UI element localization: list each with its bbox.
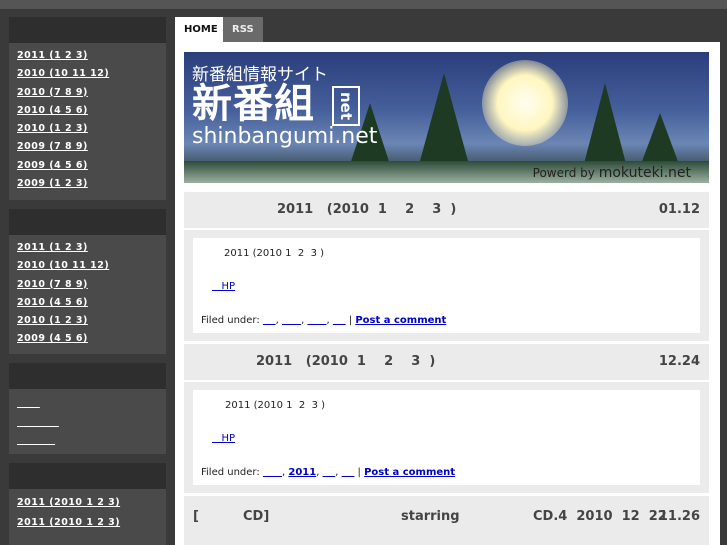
- sidebar-link[interactable]: 2010 (4 5 6): [17, 105, 88, 116]
- hp-link[interactable]: HP: [212, 281, 236, 292]
- tag-link[interactable]: [263, 315, 276, 326]
- banner-url: shinbangumi.net: [192, 124, 378, 149]
- hp-link[interactable]: HP: [212, 433, 236, 444]
- post-title[interactable]: 2011 (2010 1 2 3 ): [277, 202, 456, 217]
- top-bar: [0, 0, 727, 9]
- powered-label: Powerd by: [532, 166, 595, 180]
- post-comment-link[interactable]: Post a comment: [355, 315, 446, 326]
- sidebar-link[interactable]: 2009 (4 5 6): [17, 333, 88, 344]
- sidebar-link[interactable]: [17, 417, 59, 428]
- tab-rss-label: RSS: [232, 24, 254, 35]
- post-title-info[interactable]: CD.4 2010 12 22: [533, 509, 667, 524]
- sidebar-box-recent: 2011 (2010 1 2 3) 2011 (2010 1 2 3): [9, 463, 166, 545]
- tab-home-label: HOME: [184, 24, 218, 35]
- sidebar-link[interactable]: [17, 398, 40, 409]
- sidebar-link[interactable]: 2010 (7 8 9): [17, 279, 88, 290]
- content-panel: 新番組情報サイト 新番組 net shinbangumi.net Powerd …: [175, 42, 720, 545]
- tag-link[interactable]: [263, 467, 282, 478]
- post-date: 12.24: [658, 354, 700, 369]
- sidebar-link[interactable]: [17, 435, 55, 446]
- post-title-starring[interactable]: starring: [401, 509, 460, 524]
- tag-link[interactable]: [282, 315, 301, 326]
- sidebar-box-archives-2: 2011 (1 2 3) 2010 (10 11 12) 2010 (7 8 9…: [9, 209, 166, 354]
- post-date: 01.12: [658, 202, 700, 217]
- sidebar: 2011 (1 2 3) 2010 (10 11 12) 2010 (7 8 9…: [9, 17, 166, 545]
- sidebar-link[interactable]: 2011 (1 2 3): [17, 50, 88, 61]
- sidebar-link[interactable]: 2010 (10 11 12): [17, 68, 109, 79]
- post-content: 2011 (2010 1 2 3 ) HP Filed under: , , ,…: [193, 238, 700, 333]
- post-header: [ CD] starring CD.4 2010 12 22 11.26: [184, 496, 709, 545]
- sidebar-box-header: [9, 363, 166, 389]
- sidebar-link[interactable]: 2009 (7 8 9): [17, 141, 88, 152]
- sidebar-link[interactable]: 2010 (4 5 6): [17, 297, 88, 308]
- sidebar-link[interactable]: 2011 (2010 1 2 3): [17, 517, 120, 528]
- tag-link[interactable]: [333, 315, 346, 326]
- tag-link[interactable]: 2011: [288, 467, 316, 478]
- post-content: 2011 (2010 1 2 3 ) HP Filed under: , 201…: [193, 390, 700, 485]
- sidebar-link[interactable]: 2010 (7 8 9): [17, 87, 88, 98]
- filed-label: Filed under:: [201, 467, 263, 478]
- sidebar-link[interactable]: 2010 (1 2 3): [17, 315, 88, 326]
- tag-link[interactable]: [323, 467, 336, 478]
- post-text: 2011 (2010 1 2 3 ): [224, 248, 325, 259]
- filed-under: Filed under: , 2011, , | Post a comment: [201, 467, 456, 478]
- post-text: 2011 (2010 1 2 3 ): [225, 400, 326, 411]
- tag-link[interactable]: [342, 467, 355, 478]
- main-content: HOME RSS 新番組情報サイト 新番組 net shinbangumi.ne…: [175, 17, 727, 545]
- sidebar-link[interactable]: 2010 (1 2 3): [17, 123, 88, 134]
- post-body: 2011 (2010 1 2 3 ) HP Filed under: , , ,…: [184, 230, 709, 341]
- powered-brand: mokuteki.net: [598, 165, 691, 181]
- sidebar-box-archives: 2011 (1 2 3) 2010 (10 11 12) 2010 (7 8 9…: [9, 17, 166, 200]
- sidebar-box-header: [9, 209, 166, 235]
- post-comment-link[interactable]: Post a comment: [364, 467, 455, 478]
- filed-label: Filed under:: [201, 315, 263, 326]
- post-body: 2011 (2010 1 2 3 ) HP Filed under: , 201…: [184, 382, 709, 493]
- tab-rss[interactable]: RSS: [223, 17, 263, 58]
- sidebar-box-categories: [9, 363, 166, 454]
- banner-logo-text: 新番組: [192, 81, 315, 127]
- sidebar-link[interactable]: 2011 (1 2 3): [17, 242, 88, 253]
- sidebar-link[interactable]: 2011 (2010 1 2 3): [17, 497, 120, 508]
- sidebar-box-header: [9, 17, 166, 43]
- post-title-cd[interactable]: CD]: [243, 509, 269, 524]
- filed-under: Filed under: , , , | Post a comment: [201, 315, 447, 326]
- tag-link[interactable]: [307, 315, 326, 326]
- sidebar-link[interactable]: 2009 (4 5 6): [17, 160, 88, 171]
- banner-net-badge: net: [332, 86, 360, 126]
- tab-home[interactable]: HOME: [175, 17, 227, 42]
- post-title-bracket[interactable]: [: [193, 509, 199, 524]
- post-date: 11.26: [658, 509, 700, 524]
- moon-graphic: [482, 60, 568, 146]
- sidebar-link[interactable]: 2009 (1 2 3): [17, 178, 88, 189]
- post-header: 2011 (2010 1 2 3 ) 01.12: [184, 192, 709, 228]
- post-header: 2011 (2010 1 2 3 ) 12.24: [184, 344, 709, 380]
- banner-powered-by: Powerd by mokuteki.net: [533, 165, 691, 181]
- site-banner[interactable]: 新番組情報サイト 新番組 net shinbangumi.net Powerd …: [184, 52, 709, 183]
- post-title[interactable]: 2011 (2010 1 2 3 ): [256, 354, 435, 369]
- sidebar-box-header: [9, 463, 166, 489]
- sidebar-link[interactable]: 2010 (10 11 12): [17, 260, 109, 271]
